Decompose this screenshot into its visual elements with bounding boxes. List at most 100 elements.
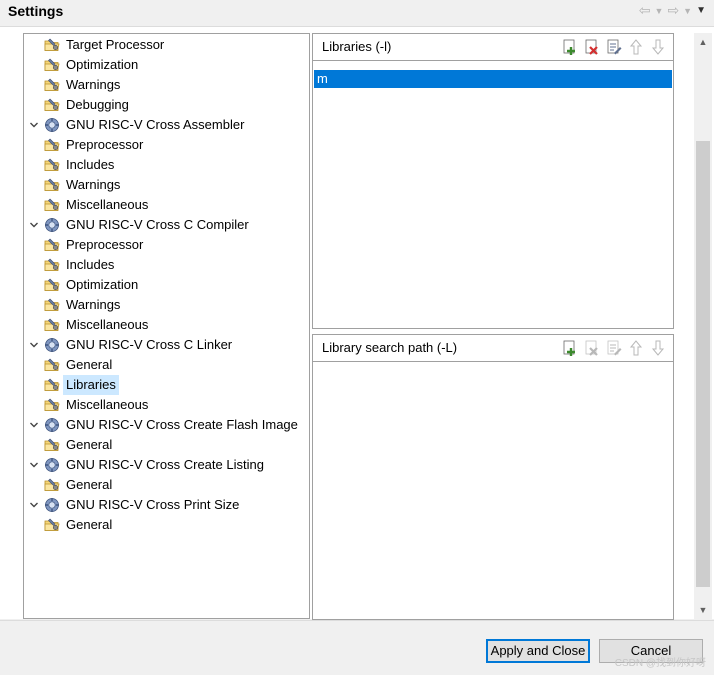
tree-item[interactable]: Preprocessor [44, 135, 146, 155]
move-down-icon[interactable] [649, 38, 667, 56]
list-item[interactable]: m [314, 70, 672, 88]
tree-item[interactable]: Includes [44, 155, 117, 175]
tree-item-label: GNU RISC-V Cross Create Listing [66, 457, 264, 472]
folder-settings-icon [44, 297, 60, 313]
forward-arrow-icon[interactable]: ⇨ [667, 2, 679, 19]
scroll-up-icon[interactable]: ▲ [694, 33, 712, 51]
view-menu-icon[interactable]: ▼ [696, 5, 706, 16]
libraries-list[interactable]: m [313, 61, 673, 328]
tool-gear-icon [44, 457, 60, 473]
dialog-footer: Apply and Close Cancel CSDN @找到你好呀 [0, 620, 714, 675]
tree-item[interactable]: Optimization [44, 275, 141, 295]
libraries-pane-title: Libraries (-l) [322, 39, 392, 54]
folder-settings-icon [44, 437, 60, 453]
chevron-down-icon[interactable]: ▼ [655, 6, 664, 16]
folder-settings-icon [44, 37, 60, 53]
tree-item-label: Debugging [66, 97, 129, 112]
folder-settings-icon [44, 277, 60, 293]
tree-item-label: GNU RISC-V Cross Print Size [66, 497, 240, 512]
chevron-down-icon[interactable] [28, 115, 40, 135]
tree-item[interactable]: Preprocessor [44, 235, 146, 255]
tree-item[interactable]: Warnings [44, 295, 123, 315]
tree-item[interactable]: General [44, 355, 115, 375]
move-up-icon[interactable] [627, 339, 645, 357]
folder-settings-icon [44, 477, 60, 493]
tree-item[interactable]: Miscellaneous [44, 395, 151, 415]
folder-settings-icon [44, 517, 60, 533]
tree-item[interactable]: GNU RISC-V Cross Create Flash Image [28, 415, 301, 435]
tree-item[interactable]: GNU RISC-V Cross C Compiler [28, 215, 252, 235]
library-search-path-pane: Library search path (-L) [312, 334, 674, 620]
tree-item[interactable]: GNU RISC-V Cross Assembler [28, 115, 247, 135]
folder-settings-icon [44, 257, 60, 273]
add-icon[interactable] [561, 339, 579, 357]
libraries-pane: Libraries (-l) m [312, 33, 674, 329]
edit-icon[interactable] [605, 339, 623, 357]
tree-item-label: Target Processor [66, 37, 165, 52]
tree-item-label: Preprocessor [66, 237, 144, 252]
tree-item-label: Miscellaneous [66, 397, 149, 412]
scrollbar-thumb[interactable] [696, 141, 710, 587]
back-arrow-icon[interactable]: ⇦ [639, 2, 651, 19]
tree-item[interactable]: Debugging [44, 95, 132, 115]
folder-settings-icon [44, 317, 60, 333]
tree-item-label: Warnings [66, 177, 121, 192]
chevron-down-icon[interactable] [28, 455, 40, 475]
tree-item-label: Preprocessor [66, 137, 144, 152]
tool-gear-icon [44, 497, 60, 513]
tree-item[interactable]: Libraries [44, 375, 119, 395]
tree-item[interactable]: Target Processor [44, 35, 167, 55]
tree-item[interactable]: Miscellaneous [44, 195, 151, 215]
tool-gear-icon [44, 337, 60, 353]
settings-content: Target Processor Optimization Warnings Debu… [0, 27, 714, 620]
folder-settings-icon [44, 377, 60, 393]
edit-icon[interactable] [605, 38, 623, 56]
chevron-down-icon[interactable]: ▼ [683, 6, 692, 16]
tree-item[interactable]: Warnings [44, 175, 123, 195]
tree-item-label: General [66, 437, 113, 452]
library-search-path-title: Library search path (-L) [322, 340, 458, 355]
tree-item-label: Includes [66, 257, 115, 272]
tool-gear-icon [44, 217, 60, 233]
folder-settings-icon [44, 177, 60, 193]
tree-item-label: GNU RISC-V Cross Create Flash Image [66, 417, 298, 432]
tree-item[interactable]: GNU RISC-V Cross Print Size [28, 495, 242, 515]
move-up-icon[interactable] [627, 38, 645, 56]
history-nav: ⇦ ▼ ⇨ ▼ ▼ [639, 2, 706, 19]
chevron-down-icon[interactable] [28, 415, 40, 435]
watermark: CSDN @找到你好呀 [614, 658, 706, 669]
delete-icon[interactable] [583, 339, 601, 357]
tree-item-label: Miscellaneous [66, 197, 149, 212]
tree-item-label: GNU RISC-V Cross C Linker [66, 337, 233, 352]
folder-settings-icon [44, 397, 60, 413]
tree-item-label: General [66, 517, 113, 532]
chevron-down-icon[interactable] [28, 495, 40, 515]
tree-item[interactable]: General [44, 435, 115, 455]
library-search-path-list[interactable] [313, 362, 673, 619]
delete-icon[interactable] [583, 38, 601, 56]
tree-item-label: General [66, 357, 113, 372]
move-down-icon[interactable] [649, 339, 667, 357]
apply-and-close-button[interactable]: Apply and Close [486, 639, 590, 663]
tree-item[interactable]: Warnings [44, 75, 123, 95]
tree-item[interactable]: GNU RISC-V Cross C Linker [28, 335, 235, 355]
tree-item[interactable]: General [44, 475, 115, 495]
tree-item[interactable]: General [44, 515, 115, 535]
vertical-scrollbar[interactable]: ▲ ▼ [694, 33, 712, 619]
tree-item[interactable]: Miscellaneous [44, 315, 151, 335]
title-bar: Settings ⇦ ▼ ⇨ ▼ ▼ [0, 0, 714, 27]
tree-item-label: Optimization [66, 57, 139, 72]
tree-item[interactable]: GNU RISC-V Cross Create Listing [28, 455, 267, 475]
folder-settings-icon [44, 97, 60, 113]
chevron-down-icon[interactable] [28, 335, 40, 355]
tree-item[interactable]: Optimization [44, 55, 141, 75]
libraries-pane-header: Libraries (-l) [313, 34, 673, 61]
tool-gear-icon [44, 117, 60, 133]
library-search-path-toolbar [561, 339, 667, 357]
add-icon[interactable] [561, 38, 579, 56]
scroll-down-icon[interactable]: ▼ [694, 601, 712, 619]
libraries-toolbar [561, 38, 667, 56]
tree-item[interactable]: Includes [44, 255, 117, 275]
tool-settings-tree[interactable]: Target Processor Optimization Warnings Debu… [23, 33, 310, 619]
chevron-down-icon[interactable] [28, 215, 40, 235]
